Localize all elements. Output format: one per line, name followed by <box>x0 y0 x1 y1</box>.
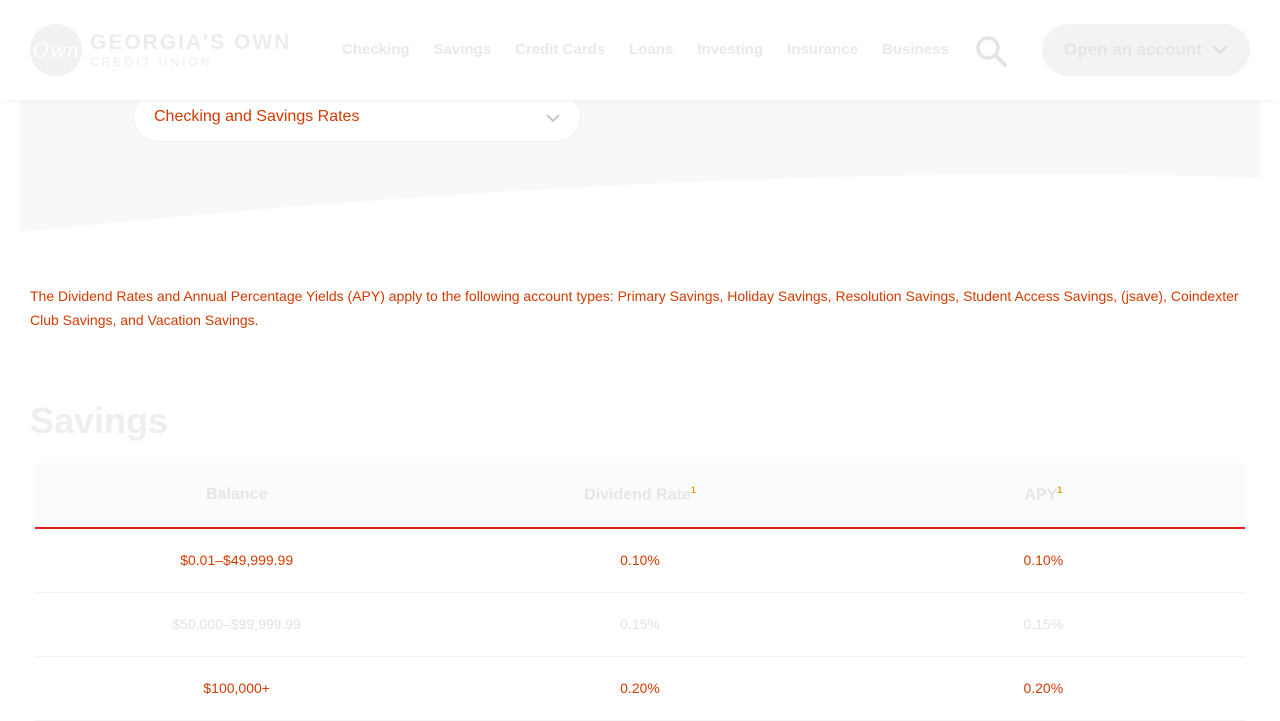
nav-item-savings[interactable]: Savings <box>434 38 492 62</box>
apy-cell: 0.10% <box>841 528 1245 593</box>
table-row: $50,000–$99,999.99 0.15% 0.15% <box>35 592 1245 657</box>
table-row: $100,000+ 0.20% 0.20% <box>35 656 1245 721</box>
nav-item-business[interactable]: Business <box>882 38 949 62</box>
dividend-rate-cell: 0.20% <box>438 656 842 721</box>
apy-cell: 0.15% <box>841 592 1245 657</box>
balance-cell: $0.01–$49,999.99 <box>35 528 439 593</box>
balance-cell: $50,000–$99,999.99 <box>35 592 439 657</box>
savings-rates-table: Balance Dividend Rate1 APY1 $0.01–$49,99… <box>35 463 1245 721</box>
nav-item-credit-cards[interactable]: Credit Cards <box>515 38 605 62</box>
rates-intro-text: The Dividend Rates and Annual Percentage… <box>30 288 1239 328</box>
column-header-balance: Balance <box>35 463 439 529</box>
dividend-rate-cell: 0.15% <box>438 592 842 657</box>
balance-cell: $100,000+ <box>35 656 439 721</box>
logo-subname: CREDIT UNION <box>90 55 213 69</box>
site-header: Own GEORGIA'S OWN CREDIT UNION Checking … <box>0 0 1280 100</box>
dividend-rate-cell: 0.10% <box>438 528 842 593</box>
logo-name: GEORGIA'S OWN <box>90 31 292 54</box>
column-header-dividend-rate: Dividend Rate1 <box>438 463 842 529</box>
column-header-apy: APY1 <box>841 463 1245 529</box>
chevron-down-icon <box>546 110 560 128</box>
table-row: $0.01–$49,999.99 0.10% 0.10% <box>35 528 1245 593</box>
logo[interactable]: Own GEORGIA'S OWN CREDIT UNION <box>30 24 291 76</box>
nav-item-investing[interactable]: Investing <box>697 38 763 62</box>
apy-cell: 0.20% <box>841 656 1245 721</box>
logo-text: GEORGIA'S OWN CREDIT UNION <box>90 32 291 68</box>
nav-item-insurance[interactable]: Insurance <box>787 38 858 62</box>
rate-type-select-value: Checking and Savings Rates <box>154 108 360 125</box>
chevron-down-icon <box>1212 45 1228 55</box>
main-nav: Checking Savings Credit Cards Loans Inve… <box>342 38 973 62</box>
open-account-label: Open an account <box>1064 40 1202 59</box>
logo-mark: Own <box>30 24 82 76</box>
savings-heading: Savings <box>30 400 169 441</box>
open-account-button[interactable]: Open an account <box>1042 24 1250 76</box>
footnote-marker[interactable]: 1 <box>1057 485 1062 495</box>
nav-item-checking[interactable]: Checking <box>342 38 410 62</box>
footnote-marker[interactable]: 1 <box>691 485 696 495</box>
search-icon[interactable] <box>974 34 1008 68</box>
table-header-row: Balance Dividend Rate1 APY1 <box>35 463 1245 529</box>
nav-item-loans[interactable]: Loans <box>629 38 673 62</box>
